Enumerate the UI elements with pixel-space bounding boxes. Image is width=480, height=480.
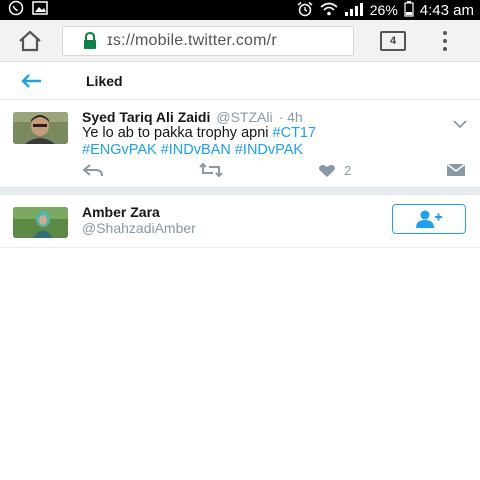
- gallery-icon: [32, 0, 48, 20]
- tweet-body: Ye lo ab to pakka trophy apni: [82, 125, 269, 141]
- tweet-timestamp[interactable]: · 4h: [279, 109, 303, 125]
- signal-icon: [344, 2, 364, 19]
- home-button[interactable]: [12, 23, 48, 59]
- wifi-icon: [320, 2, 338, 19]
- avatar[interactable]: [13, 112, 68, 144]
- status-bar: 26% 4:43 am: [0, 0, 480, 20]
- browser-toolbar: ɪs://mobile.twitter.com/r 4: [0, 20, 480, 62]
- menu-dot: [443, 30, 447, 35]
- hashtag-link[interactable]: #CT17: [273, 125, 317, 141]
- menu-dot: [443, 46, 447, 51]
- tweet-options-button[interactable]: [453, 115, 467, 129]
- retweet-button[interactable]: [198, 163, 224, 177]
- envelope-icon: [446, 163, 466, 176]
- follow-button[interactable]: [392, 204, 466, 234]
- overflow-menu-button[interactable]: [440, 29, 450, 53]
- battery-icon: [404, 0, 414, 20]
- page-title: Liked: [86, 72, 123, 89]
- user-card[interactable]: Amber Zara @ShahzadiAmber: [0, 196, 480, 248]
- add-user-icon: [416, 210, 442, 228]
- menu-dot: [443, 38, 447, 43]
- lock-icon: [81, 31, 99, 50]
- battery-percent: 26%: [369, 2, 398, 18]
- back-button[interactable]: [20, 71, 44, 91]
- tweet-header: Syed Tariq Ali Zaidi @STZAli · 4h: [82, 109, 303, 125]
- url-text: ɪs://mobile.twitter.com/r: [107, 31, 277, 49]
- tweet-author-name[interactable]: Syed Tariq Ali Zaidi: [82, 109, 210, 125]
- tab-switcher-button[interactable]: 4: [380, 30, 406, 51]
- avatar[interactable]: [13, 207, 68, 238]
- tweet[interactable]: Syed Tariq Ali Zaidi @STZAli · 4h Ye lo …: [0, 101, 480, 187]
- page-header: Liked: [0, 62, 480, 100]
- heart-icon: [319, 164, 335, 177]
- like-count: 2: [344, 163, 352, 178]
- back-arrow-icon: [21, 73, 41, 88]
- whatsapp-icon: [8, 0, 24, 21]
- hashtag-link[interactable]: #INDvPAK: [235, 142, 303, 158]
- tweet-text: Ye lo ab to pakka trophy apni #CT17 #ENG…: [82, 125, 462, 159]
- hashtag-link[interactable]: #ENGvPAK: [82, 142, 157, 158]
- address-bar[interactable]: ɪs://mobile.twitter.com/r: [62, 25, 354, 56]
- retweet-icon: [199, 163, 223, 177]
- tweet-author-handle[interactable]: @STZAli: [216, 109, 272, 125]
- alarm-icon: [296, 1, 314, 20]
- reply-button[interactable]: [82, 163, 104, 177]
- home-icon: [19, 30, 41, 51]
- section-divider: [0, 187, 480, 195]
- direct-message-button[interactable]: [446, 163, 466, 177]
- reply-icon: [82, 164, 103, 177]
- user-handle[interactable]: @ShahzadiAmber: [82, 220, 196, 236]
- user-name[interactable]: Amber Zara: [82, 204, 160, 220]
- clock: 4:43 am: [419, 1, 474, 19]
- like-button[interactable]: 2: [318, 163, 351, 178]
- hashtag-link[interactable]: #INDvBAN: [161, 142, 231, 158]
- tweet-actions: 2: [82, 163, 472, 181]
